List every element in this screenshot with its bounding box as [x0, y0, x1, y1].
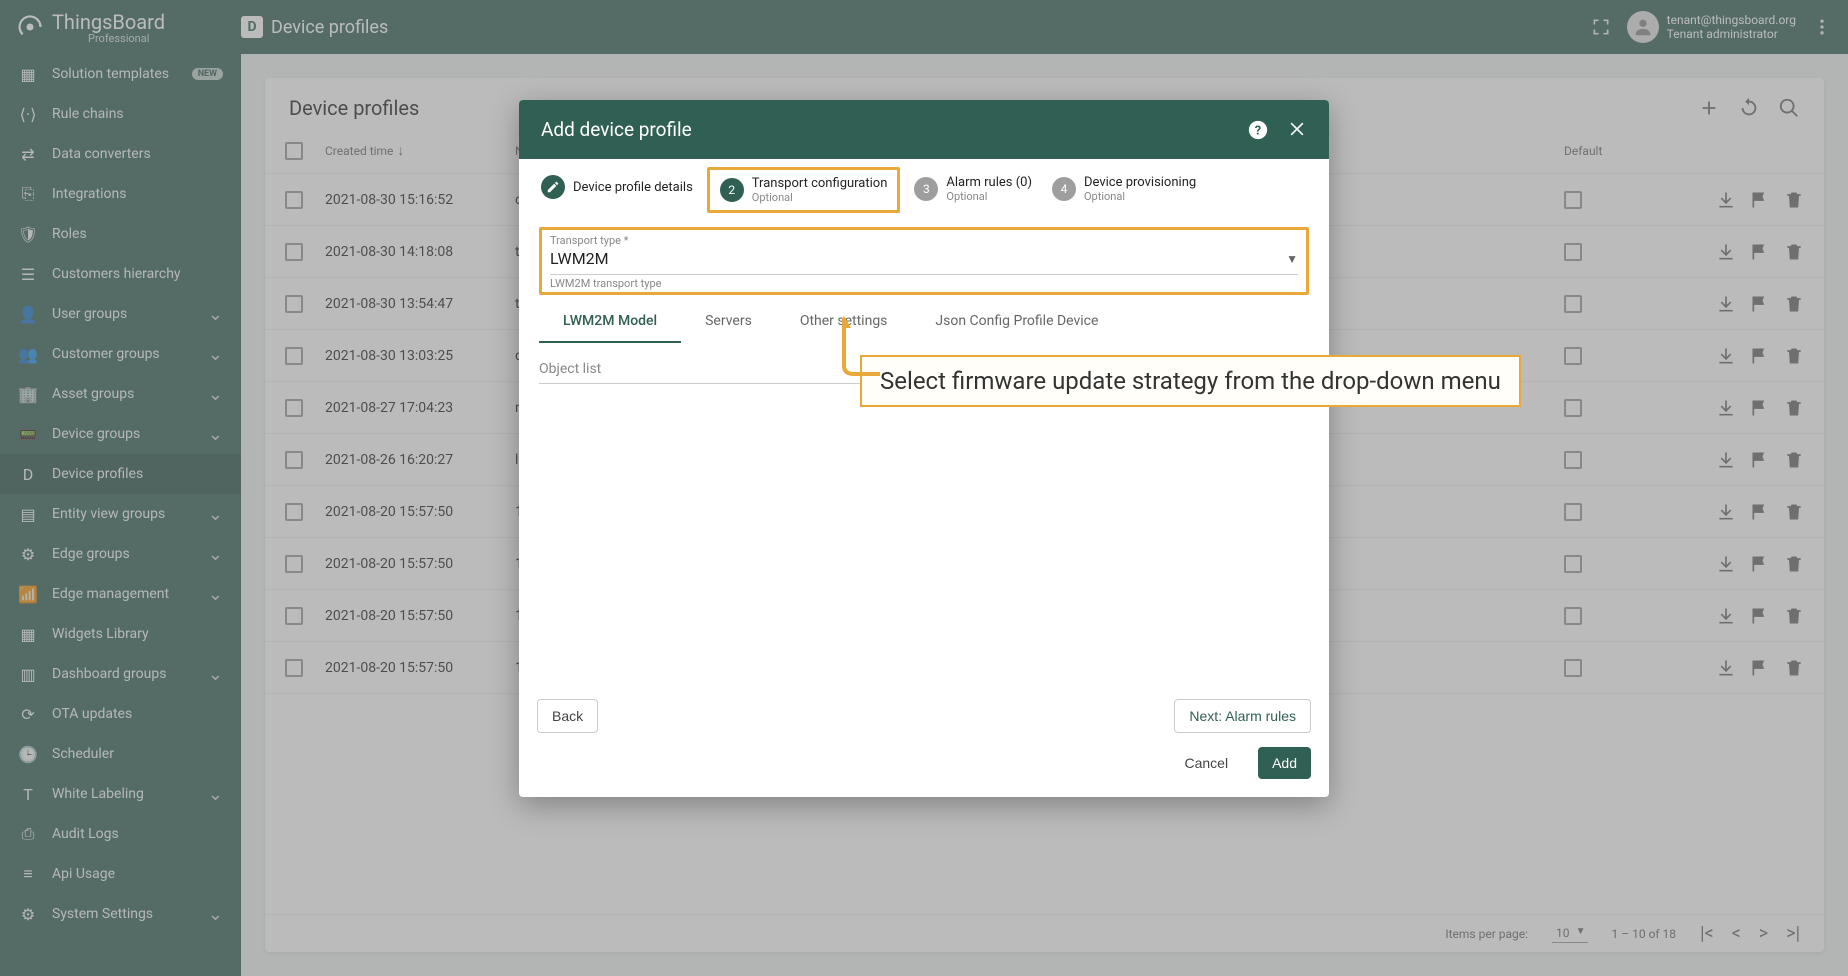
step-circle [541, 175, 565, 199]
step-4[interactable]: 4 Device provisioning Optional [1046, 171, 1202, 207]
transport-type-highlight: Transport type * LWM2M ▼ LWM2M transport… [539, 227, 1309, 295]
step-sub: Optional [1084, 190, 1196, 203]
step-circle: 3 [914, 177, 938, 201]
step-2[interactable]: 2 Transport configuration Optional [707, 167, 901, 213]
transport-type-label: Transport type * [550, 234, 1298, 247]
chevron-down-icon: ▼ [1286, 252, 1298, 266]
step-label: Device provisioning [1084, 175, 1196, 190]
transport-type-hint: LWM2M transport type [550, 277, 1298, 290]
cancel-button[interactable]: Cancel [1170, 747, 1242, 779]
modal-title: Add device profile [541, 118, 1247, 141]
transport-type-select[interactable]: LWM2M ▼ [550, 247, 1298, 275]
step-circle: 2 [720, 178, 744, 202]
back-button[interactable]: Back [537, 699, 598, 733]
next-button[interactable]: Next: Alarm rules [1174, 699, 1311, 733]
sub-tab-json-config-profile-device[interactable]: Json Config Profile Device [911, 301, 1122, 343]
help-icon[interactable]: ? [1247, 119, 1269, 141]
sub-tab-lwm2m-model[interactable]: LWM2M Model [539, 301, 681, 343]
step-3[interactable]: 3 Alarm rules (0) Optional [908, 171, 1038, 207]
close-icon[interactable] [1287, 119, 1307, 141]
stepper: Device profile details 2 Transport confi… [519, 159, 1329, 223]
step-label: Device profile details [573, 180, 693, 195]
callout-annotation: Select firmware update strategy from the… [860, 355, 1521, 407]
step-sub: Optional [946, 190, 1032, 203]
step-1[interactable]: Device profile details [535, 171, 699, 203]
callout-arrow [842, 316, 882, 376]
sub-tab-servers[interactable]: Servers [681, 301, 776, 343]
step-circle: 4 [1052, 177, 1076, 201]
step-sub: Optional [752, 191, 888, 204]
sub-tabs: LWM2M ModelServersOther settingsJson Con… [539, 301, 1309, 343]
modal-overlay: Add device profile ? Device profile deta… [0, 0, 1848, 976]
add-device-profile-modal: Add device profile ? Device profile deta… [519, 100, 1329, 797]
step-label: Alarm rules (0) [946, 175, 1032, 190]
step-label: Transport configuration [752, 176, 888, 191]
add-button[interactable]: Add [1258, 747, 1311, 779]
svg-text:?: ? [1255, 123, 1261, 138]
